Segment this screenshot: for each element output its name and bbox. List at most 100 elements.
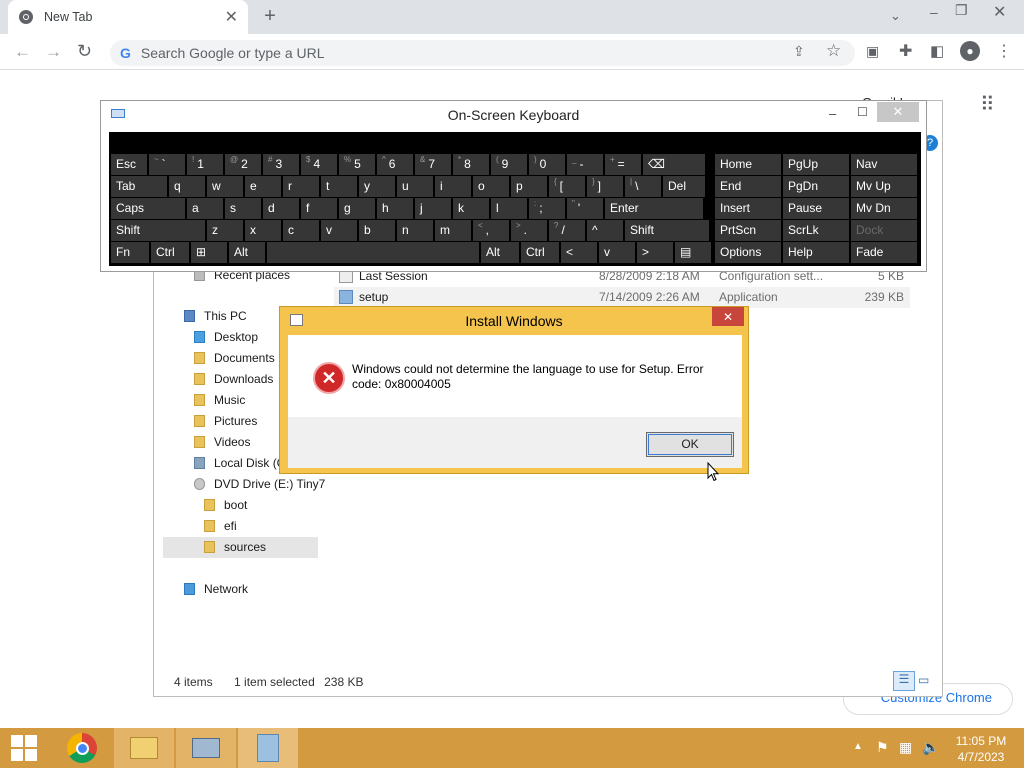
new-tab-icon[interactable]: + bbox=[260, 5, 280, 27]
osk-key[interactable]: > bbox=[637, 242, 673, 263]
osk-key[interactable]: a bbox=[187, 198, 223, 219]
osk-key[interactable]: Shift bbox=[625, 220, 709, 241]
osk-key[interactable]: u bbox=[397, 176, 433, 197]
tree-this-pc[interactable]: This PC bbox=[184, 309, 247, 323]
taskbar-setup[interactable] bbox=[238, 728, 298, 768]
reload-icon[interactable]: ↻ bbox=[77, 41, 92, 62]
profile-icon[interactable]: ● bbox=[960, 41, 980, 61]
large-icons-view-icon[interactable]: ▭ bbox=[918, 673, 929, 687]
taskbar-explorer[interactable] bbox=[114, 728, 174, 768]
osk-key[interactable]: }] bbox=[587, 176, 623, 197]
osk-key[interactable]: v bbox=[599, 242, 635, 263]
osk-key[interactable]: + = bbox=[605, 154, 641, 175]
tree-efi[interactable]: efi bbox=[204, 519, 237, 533]
tree-dvd-drive[interactable]: DVD Drive (E:) Tiny7 bbox=[194, 477, 325, 491]
tree-local-disk[interactable]: Local Disk (C bbox=[194, 456, 285, 470]
osk-key[interactable]: Mv Dn bbox=[851, 198, 917, 219]
bookmark-star-icon[interactable]: ☆ bbox=[826, 41, 841, 61]
taskbar-chrome[interactable] bbox=[52, 728, 112, 768]
osk-key[interactable]: l bbox=[491, 198, 527, 219]
osk-key[interactable]: y bbox=[359, 176, 395, 197]
osk-key[interactable]: Fade bbox=[851, 242, 917, 263]
osk-minimize-icon[interactable]: – bbox=[829, 106, 836, 121]
osk-key[interactable]: Esc bbox=[111, 154, 147, 175]
clock[interactable]: 11:05 PM 4/7/2023 bbox=[950, 733, 1012, 765]
share-icon[interactable]: ⇪ bbox=[793, 43, 805, 60]
osk-key[interactable]: k bbox=[453, 198, 489, 219]
apps-grid-icon[interactable]: ⠿ bbox=[980, 92, 995, 117]
tree-music[interactable]: Music bbox=[194, 393, 245, 407]
osk-key[interactable]: < bbox=[561, 242, 597, 263]
osk-key[interactable]: ! 1 bbox=[187, 154, 223, 175]
forward-icon[interactable]: → bbox=[45, 42, 62, 62]
minimize-icon[interactable]: – bbox=[930, 4, 938, 20]
osk-key[interactable]: q bbox=[169, 176, 205, 197]
osk-key[interactable]: Caps bbox=[111, 198, 185, 219]
osk-key[interactable]: " ' bbox=[567, 198, 603, 219]
file-row-selected[interactable]: setup 7/14/2009 2:26 AM Application 239 … bbox=[334, 287, 910, 308]
extension-icon[interactable]: ▣ bbox=[866, 43, 879, 60]
osk-key[interactable]: t bbox=[321, 176, 357, 197]
close-tab-icon[interactable]: ✕ bbox=[225, 7, 238, 27]
osk-key[interactable]: PgDn bbox=[783, 176, 849, 197]
osk-key[interactable]: Insert bbox=[715, 198, 781, 219]
tree-documents[interactable]: Documents bbox=[194, 351, 275, 365]
osk-key[interactable]: _ - bbox=[567, 154, 603, 175]
network-tray-icon[interactable]: ▦ bbox=[899, 739, 912, 756]
osk-key[interactable]: Ctrl bbox=[151, 242, 189, 263]
osk-key[interactable]: PgUp bbox=[783, 154, 849, 175]
omnibox[interactable]: G Search Google or type a URL bbox=[110, 40, 855, 66]
osk-key[interactable]: >. bbox=[511, 220, 547, 241]
osk-key[interactable]: s bbox=[225, 198, 261, 219]
tree-network[interactable]: Network bbox=[184, 582, 248, 596]
restore-icon[interactable]: ❐ bbox=[955, 2, 968, 19]
osk-key[interactable]: j bbox=[415, 198, 451, 219]
osk-key[interactable]: Del bbox=[663, 176, 705, 197]
osk-key[interactable]: d bbox=[263, 198, 299, 219]
osk-key[interactable]: ⊞ bbox=[191, 242, 227, 263]
show-hidden-icons-icon[interactable]: ▲ bbox=[853, 741, 863, 752]
osk-key[interactable] bbox=[267, 242, 479, 263]
osk-key[interactable]: f bbox=[301, 198, 337, 219]
tree-desktop[interactable]: Desktop bbox=[194, 330, 258, 344]
osk-key[interactable]: ) 0 bbox=[529, 154, 565, 175]
osk-key[interactable]: x bbox=[245, 220, 281, 241]
osk-key[interactable]: b bbox=[359, 220, 395, 241]
osk-key[interactable]: i bbox=[435, 176, 471, 197]
osk-key[interactable]: End bbox=[715, 176, 781, 197]
osk-close-icon[interactable]: ✕ bbox=[877, 102, 919, 122]
osk-key[interactable]: (9 bbox=[491, 154, 527, 175]
ok-button[interactable]: OK bbox=[646, 432, 734, 457]
osk-key[interactable]: Home bbox=[715, 154, 781, 175]
osk-key[interactable]: $4 bbox=[301, 154, 337, 175]
action-center-icon[interactable]: ⚑ bbox=[876, 739, 889, 756]
details-view-icon[interactable]: ☰ bbox=[893, 671, 915, 691]
osk-key[interactable]: m bbox=[435, 220, 471, 241]
osk-key[interactable]: & 7 bbox=[415, 154, 451, 175]
osk-key[interactable]: ~ ` bbox=[149, 154, 185, 175]
osk-key[interactable]: n bbox=[397, 220, 433, 241]
osk-key[interactable]: <, bbox=[473, 220, 509, 241]
osk-key[interactable]: ⌫ bbox=[643, 154, 705, 175]
osk-key[interactable]: Mv Up bbox=[851, 176, 917, 197]
osk-key[interactable]: c bbox=[283, 220, 319, 241]
osk-key[interactable]: Nav bbox=[851, 154, 917, 175]
tree-pictures[interactable]: Pictures bbox=[194, 414, 257, 428]
osk-key[interactable]: Tab bbox=[111, 176, 167, 197]
osk-key[interactable]: @2 bbox=[225, 154, 261, 175]
osk-key[interactable]: ScrLk bbox=[783, 220, 849, 241]
side-panel-icon[interactable]: ◧ bbox=[930, 42, 944, 60]
osk-key[interactable]: o bbox=[473, 176, 509, 197]
tree-sources[interactable]: sources bbox=[163, 537, 318, 558]
osk-key[interactable]: Ctrl bbox=[521, 242, 559, 263]
osk-key[interactable]: ▤ bbox=[675, 242, 711, 263]
dialog-close-icon[interactable]: ✕ bbox=[712, 307, 744, 326]
osk-key[interactable]: Fn bbox=[111, 242, 149, 263]
osk-key[interactable]: v bbox=[321, 220, 357, 241]
osk-key[interactable]: PrtScn bbox=[715, 220, 781, 241]
back-icon[interactable]: ← bbox=[14, 42, 31, 62]
volume-icon[interactable]: 🔈 bbox=[922, 739, 939, 756]
osk-key[interactable]: p bbox=[511, 176, 547, 197]
osk-key[interactable]: Options bbox=[715, 242, 781, 263]
osk-key[interactable]: ^ bbox=[587, 220, 623, 241]
